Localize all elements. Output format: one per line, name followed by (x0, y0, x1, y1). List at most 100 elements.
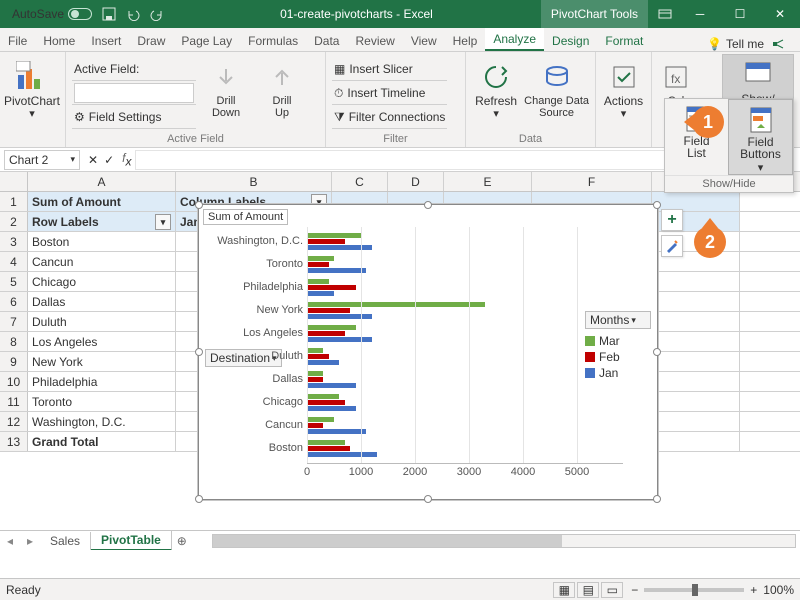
actions-button[interactable]: Actions▾ (602, 57, 645, 131)
field-settings-button[interactable]: Field Settings (89, 110, 162, 124)
cell[interactable] (652, 332, 740, 351)
fx-icon[interactable]: fx (122, 151, 131, 168)
resize-handle[interactable] (653, 348, 661, 356)
pivot-chart[interactable]: Sum of Amount Destination▾ Washington, D… (198, 204, 658, 500)
col-header-d[interactable]: D (388, 172, 444, 191)
cell[interactable]: Toronto (28, 392, 176, 411)
tab-format[interactable]: Format (597, 30, 651, 51)
row-header[interactable]: 2 (0, 212, 28, 231)
zoom-slider[interactable] (644, 588, 744, 592)
new-sheet-button[interactable]: ⊕ (172, 534, 192, 548)
row-header[interactable]: 1 (0, 192, 28, 211)
resize-handle[interactable] (653, 495, 661, 503)
cell[interactable] (652, 272, 740, 291)
row-header[interactable]: 3 (0, 232, 28, 251)
zoom-level[interactable]: 100% (763, 583, 794, 597)
row-header[interactable]: 7 (0, 312, 28, 331)
col-header-c[interactable]: C (332, 172, 388, 191)
cell[interactable]: New York (28, 352, 176, 371)
cell[interactable] (652, 392, 740, 411)
tab-insert[interactable]: Insert (83, 30, 129, 51)
insert-timeline-button[interactable]: ⏱Insert Timeline (332, 83, 447, 105)
cell[interactable]: Washington, D.C. (28, 412, 176, 431)
chart-elements-button[interactable]: + (661, 209, 683, 231)
maximize-button[interactable]: ☐ (720, 0, 760, 28)
select-all-corner[interactable] (0, 172, 28, 191)
sheet-tab-pivottable[interactable]: PivotTable (91, 531, 172, 551)
row-header[interactable]: 4 (0, 252, 28, 271)
cell[interactable]: Duluth (28, 312, 176, 331)
row-header[interactable]: 13 (0, 432, 28, 451)
col-header-a[interactable]: A (28, 172, 176, 191)
row-header[interactable]: 8 (0, 332, 28, 351)
chart-styles-button[interactable] (661, 235, 683, 257)
cell[interactable] (652, 292, 740, 311)
tab-page-layout[interactable]: Page Lay (173, 30, 240, 51)
resize-handle[interactable] (653, 201, 661, 209)
tab-review[interactable]: Review (347, 30, 402, 51)
refresh-button[interactable]: Refresh▾ (472, 57, 520, 131)
cell[interactable]: Cancun (28, 252, 176, 271)
col-header-b[interactable]: B (176, 172, 332, 191)
col-header-e[interactable]: E (444, 172, 532, 191)
cell[interactable]: Sum of Amount (28, 192, 176, 211)
cell[interactable] (652, 372, 740, 391)
minimize-button[interactable]: ─ (680, 0, 720, 28)
zoom-in-button[interactable]: + (750, 583, 757, 597)
col-header-f[interactable]: F (532, 172, 652, 191)
row-header[interactable]: 12 (0, 412, 28, 431)
cell[interactable]: Los Angeles (28, 332, 176, 351)
cell[interactable] (652, 412, 740, 431)
ribbon-options-icon[interactable] (658, 7, 672, 21)
tab-design[interactable]: Design (544, 30, 597, 51)
tab-formulas[interactable]: Formulas (240, 30, 306, 51)
tab-view[interactable]: View (403, 30, 445, 51)
sheet-nav-prev[interactable]: ◂ (0, 534, 20, 548)
name-box[interactable]: Chart 2▾ (4, 150, 80, 170)
active-field-input[interactable] (74, 83, 194, 103)
row-header[interactable]: 11 (0, 392, 28, 411)
row-header[interactable]: 5 (0, 272, 28, 291)
cell[interactable] (652, 432, 740, 451)
tab-draw[interactable]: Draw (129, 30, 173, 51)
view-page-break-button[interactable]: ▭ (601, 582, 623, 598)
share-button[interactable] (772, 37, 800, 51)
tab-data[interactable]: Data (306, 30, 347, 51)
resize-handle[interactable] (424, 201, 432, 209)
cell[interactable]: Dallas (28, 292, 176, 311)
change-data-source-button[interactable]: Change Data Source (524, 57, 589, 131)
sheet-nav-next[interactable]: ▸ (20, 534, 40, 548)
tab-file[interactable]: File (0, 30, 35, 51)
autosave-toggle[interactable]: AutoSave (12, 7, 92, 21)
undo-icon[interactable] (126, 7, 140, 21)
zoom-out-button[interactable]: − (631, 583, 638, 597)
resize-handle[interactable] (195, 495, 203, 503)
cell[interactable]: Row Labels▾ (28, 212, 176, 231)
insert-slicer-button[interactable]: ▦Insert Slicer (332, 59, 447, 81)
view-normal-button[interactable]: ▦ (553, 582, 575, 598)
redo-icon[interactable] (150, 7, 164, 21)
pivotchart-button[interactable]: PivotChart▾ (6, 57, 58, 131)
row-header[interactable]: 6 (0, 292, 28, 311)
chart-legend-field-button[interactable]: Months▾ (585, 311, 651, 329)
save-icon[interactable] (102, 7, 116, 21)
cell[interactable]: Philadelphia (28, 372, 176, 391)
row-header[interactable]: 9 (0, 352, 28, 371)
cell[interactable]: Chicago (28, 272, 176, 291)
tab-home[interactable]: Home (35, 30, 83, 51)
resize-handle[interactable] (424, 495, 432, 503)
view-page-layout-button[interactable]: ▤ (577, 582, 599, 598)
cell[interactable]: Grand Total (28, 432, 176, 451)
field-buttons-button[interactable]: Field Buttons ▾ (728, 99, 793, 175)
tab-analyze[interactable]: Analyze (485, 28, 544, 51)
horizontal-scrollbar[interactable] (212, 534, 796, 548)
tab-help[interactable]: Help (445, 30, 486, 51)
row-header[interactable]: 10 (0, 372, 28, 391)
resize-handle[interactable] (195, 348, 203, 356)
tell-me[interactable]: 💡Tell me (699, 37, 772, 51)
plot-area[interactable]: Washington, D.C.TorontoPhiladelphiaNew Y… (307, 227, 623, 483)
resize-handle[interactable] (195, 201, 203, 209)
cell[interactable] (652, 312, 740, 331)
cell[interactable]: Boston (28, 232, 176, 251)
close-button[interactable]: ✕ (760, 0, 800, 28)
